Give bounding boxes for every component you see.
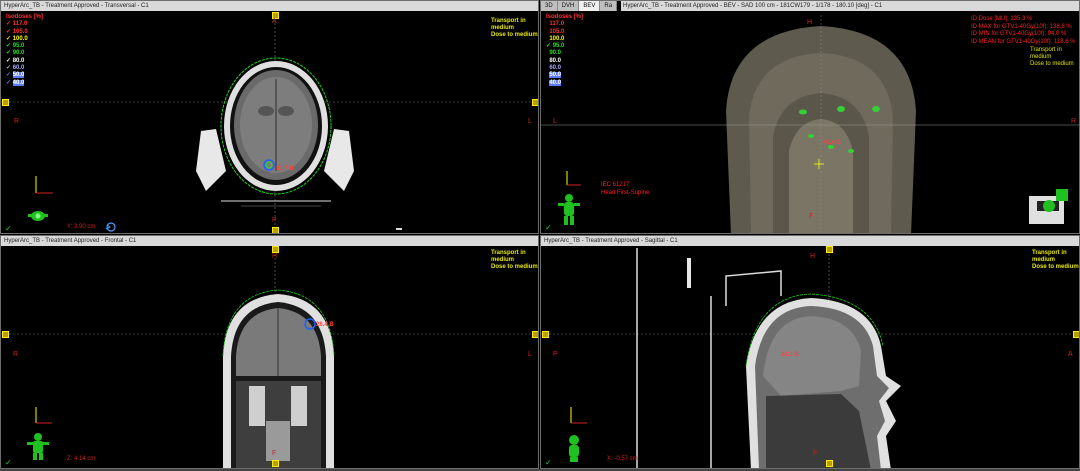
- isodose-legend: Isodoses [%] ✓ 117.0 ✓ 105.0 ✓ 100.0 ✓ 9…: [6, 14, 43, 87]
- orient-bottom: F: [809, 213, 814, 220]
- orient-right: L: [528, 118, 532, 125]
- orient-left: R: [14, 118, 20, 125]
- transport-note: Transport in medium Dose to medium: [1030, 47, 1074, 67]
- orient-top: H: [810, 253, 816, 260]
- isodose-level[interactable]: ✓ 105.0: [6, 29, 43, 36]
- orient-bottom: P: [272, 217, 277, 224]
- checkmark-icon: ✓: [5, 458, 12, 467]
- crosshair-marker-top[interactable]: [826, 246, 833, 253]
- dose-label: 40.4 B: [823, 140, 841, 146]
- isodose-level[interactable]: ✓ 117.0: [6, 21, 43, 28]
- crosshair-marker-bottom[interactable]: [272, 227, 279, 233]
- slice-coordinate: X: -0.57 cm: [607, 456, 638, 462]
- isodose-legend: Isodoses [%] 117.0 105.0 100.0 ✓ 95.0 90…: [546, 14, 583, 87]
- orient-right: A: [1068, 351, 1073, 358]
- isodose-level[interactable]: ✓ 80.0: [6, 58, 43, 65]
- checkmark-icon: ✓: [5, 224, 12, 233]
- isodose-level[interactable]: ✓ 95.0: [546, 43, 583, 50]
- isodose-level[interactable]: 90.0: [546, 50, 583, 57]
- orient-bottom: F: [813, 450, 818, 457]
- field-info: IEC 61217 Head First-Supine: [601, 182, 650, 196]
- isodose-level[interactable]: ✓ 100.0: [6, 36, 43, 43]
- orient-left: L: [553, 118, 557, 125]
- transversal-view[interactable]: HyperArc_TB - Treatment Approved - Trans…: [0, 0, 539, 234]
- orient-left: R: [13, 351, 19, 358]
- bev-view[interactable]: 3D DVH BEV Ra HyperArc_TB - Treatment Ap…: [540, 0, 1080, 234]
- rotate-icon: [105, 222, 116, 232]
- isodose-level[interactable]: ✓ 40.0: [6, 79, 43, 87]
- dose-label: 24.1 B: [781, 352, 799, 358]
- isodose-level[interactable]: ✓ 50.0: [6, 72, 43, 79]
- sagittal-view[interactable]: HyperArc_TB - Treatment Approved - Sagit…: [540, 235, 1080, 469]
- isodose-level[interactable]: ✓ 60.0: [6, 65, 43, 72]
- isodose-header: Isodoses [%]: [546, 14, 584, 20]
- isodose-level[interactable]: 40.0: [546, 79, 583, 87]
- isodose-level[interactable]: 60.0: [546, 65, 583, 72]
- transversal-image: [1, 15, 538, 233]
- crosshair-marker-left[interactable]: [542, 331, 549, 338]
- crosshair-marker-right[interactable]: [532, 331, 538, 338]
- dose-label: 31.7 B: [276, 166, 294, 172]
- gantry-icon: [1029, 189, 1068, 224]
- slice-coordinate: Z: 4.14 cm: [67, 456, 96, 462]
- sagittal-image: [541, 248, 1079, 468]
- crosshair-marker-left[interactable]: [2, 331, 9, 338]
- isodose-level[interactable]: 80.0: [546, 58, 583, 65]
- patient-orientation-icon: [28, 211, 48, 221]
- orient-left: P: [553, 351, 558, 358]
- dose-label: 26.4 B: [316, 322, 334, 328]
- orient-top: H: [272, 253, 278, 260]
- patient-orientation-icon: [569, 435, 579, 462]
- orient-right: R: [1071, 118, 1077, 125]
- orient-right: L: [528, 351, 532, 358]
- dose-statistics: ID Dose [MU]: 135.3 % ID MAX for GTV1-40…: [971, 16, 1076, 45]
- crosshair-marker-bottom[interactable]: [826, 460, 833, 467]
- crosshair-marker-bottom[interactable]: [272, 460, 279, 467]
- isodose-level[interactable]: ✓ 90.0: [6, 50, 43, 57]
- orient-top: H: [807, 19, 813, 26]
- isodose-level[interactable]: 100.0: [546, 36, 583, 43]
- orient-bottom: F: [272, 450, 277, 457]
- crosshair-marker-right[interactable]: [1073, 331, 1079, 338]
- isodose-header: Isodoses [%]: [6, 14, 44, 20]
- transport-note: Transport in medium Dose to medium: [491, 250, 538, 270]
- patient-orientation-icon: [558, 194, 580, 225]
- slice-coordinate: Y: 3.90 cm: [67, 224, 96, 230]
- transport-note: Transport in medium Dose to medium: [491, 18, 538, 38]
- patient-orientation-icon: [27, 433, 49, 460]
- frontal-view[interactable]: HyperArc_TB - Treatment Approved - Front…: [0, 235, 539, 469]
- checkmark-icon: ✓: [545, 223, 552, 232]
- checkmark-icon: ✓: [545, 458, 552, 467]
- transport-note: Transport in medium Dose to medium: [1032, 250, 1079, 270]
- crosshair-marker-top[interactable]: [272, 246, 279, 253]
- isodose-level[interactable]: 50.0: [546, 72, 583, 79]
- frontal-image: [1, 250, 538, 468]
- orient-top: A: [272, 18, 277, 25]
- isodose-level[interactable]: ✓ 95.0: [6, 43, 43, 50]
- isodose-level[interactable]: 105.0: [546, 29, 583, 36]
- isodose-level[interactable]: 117.0: [546, 21, 583, 28]
- crosshair-marker-left[interactable]: [2, 99, 9, 106]
- crosshair-marker-right[interactable]: [532, 99, 538, 106]
